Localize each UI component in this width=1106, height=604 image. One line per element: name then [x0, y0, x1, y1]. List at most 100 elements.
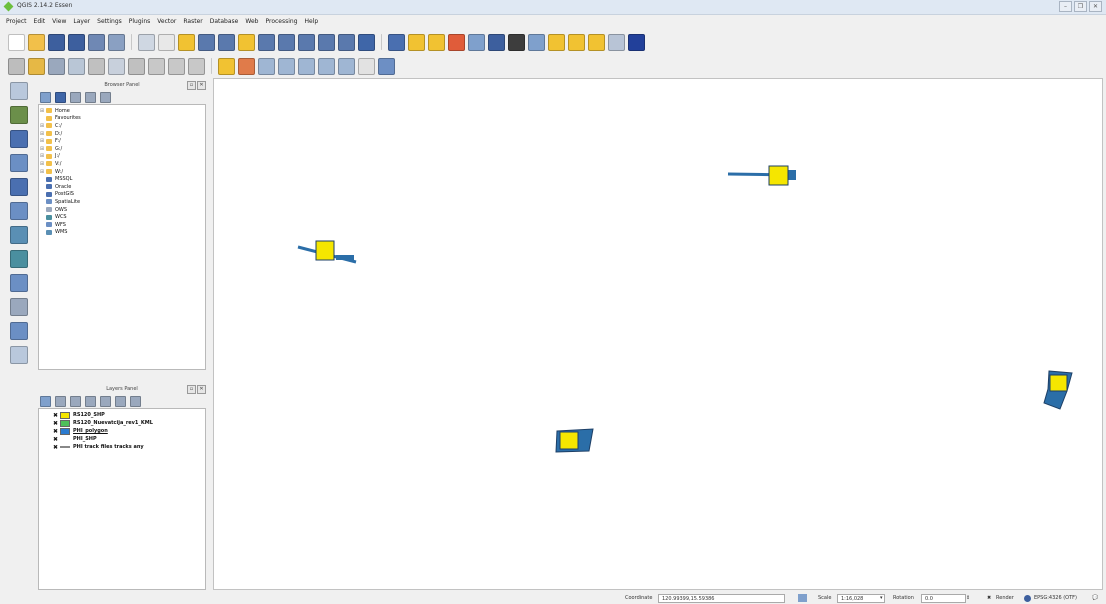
new-layer-icon[interactable]: [10, 346, 28, 364]
layer-visibility-checkbox[interactable]: ✖: [53, 412, 60, 419]
add-wcs-icon[interactable]: [10, 250, 28, 268]
deselect-icon[interactable]: [448, 33, 465, 51]
crs-globe-icon[interactable]: [1024, 595, 1031, 602]
delete-selected-icon[interactable]: [128, 57, 145, 75]
browser-item[interactable]: WMS: [39, 229, 205, 237]
zoom-layer-icon[interactable]: [278, 33, 295, 51]
filter-expression-icon[interactable]: [85, 395, 96, 407]
layers-tree[interactable]: ✖ RS120_SHP ✖ RS120_Nuevatcija_rev1_KML ✖ PHI…: [38, 408, 206, 590]
label-icon[interactable]: [218, 57, 235, 75]
add-delimited-text-icon[interactable]: [10, 298, 28, 316]
maximize-button[interactable]: ❐: [1074, 1, 1087, 12]
expand-all-icon[interactable]: [100, 395, 111, 407]
move-feature-icon[interactable]: [88, 57, 105, 75]
menu-processing[interactable]: Processing: [265, 16, 297, 28]
collapse-all-icon[interactable]: [115, 395, 126, 407]
field-calc-icon[interactable]: [488, 33, 505, 51]
label-style-icon[interactable]: [238, 57, 255, 75]
menu-database[interactable]: Database: [210, 16, 239, 28]
scale-dropdown-icon[interactable]: ▾: [880, 594, 883, 603]
coordinate-field[interactable]: 120.99399,15.59386: [658, 594, 785, 603]
save-as-icon[interactable]: [68, 33, 85, 51]
browser-item[interactable]: ⊞ D:/: [39, 130, 205, 138]
rotation-field[interactable]: 0.0: [921, 594, 966, 603]
browser-item[interactable]: ⊞ V:/: [39, 160, 205, 168]
filter-icon[interactable]: [70, 91, 81, 103]
properties-icon[interactable]: [100, 91, 111, 103]
add-oracle-icon[interactable]: [10, 202, 28, 220]
collapse-icon[interactable]: [85, 91, 96, 103]
sum-icon[interactable]: [508, 33, 525, 51]
panel-close-button[interactable]: ✕: [197, 385, 206, 394]
browser-item[interactable]: MSSQL: [39, 175, 205, 183]
layer-visibility-checkbox[interactable]: ✖: [53, 436, 60, 443]
panel-float-button[interactable]: ▫: [187, 81, 196, 90]
save-project-icon[interactable]: [48, 33, 65, 51]
browser-item[interactable]: Favourites: [39, 115, 205, 123]
menu-layer[interactable]: Layer: [73, 16, 90, 28]
select-value-icon[interactable]: [428, 33, 445, 51]
highlight-label-icon[interactable]: [278, 57, 295, 75]
map-feature[interactable]: [1043, 370, 1073, 410]
layer-item[interactable]: ✖ PHI_SHP: [39, 435, 205, 443]
browser-item[interactable]: ⊞ F:/: [39, 137, 205, 145]
refresh-icon[interactable]: [55, 91, 66, 103]
pan-icon[interactable]: [158, 33, 175, 51]
messages-icon[interactable]: 💬: [1092, 594, 1098, 603]
browser-item[interactable]: ⊞ W:/: [39, 168, 205, 176]
menu-settings[interactable]: Settings: [97, 16, 122, 28]
browser-item[interactable]: Oracle: [39, 183, 205, 191]
expander-icon[interactable]: ⊞: [39, 123, 45, 129]
measure-icon[interactable]: [528, 33, 545, 51]
browser-item[interactable]: PostGIS: [39, 191, 205, 199]
browser-item[interactable]: ⊞ G:/: [39, 145, 205, 153]
layer-visibility-checkbox[interactable]: ✖: [53, 420, 60, 427]
zoom-last-icon[interactable]: [318, 33, 335, 51]
expander-icon[interactable]: ⊞: [39, 108, 45, 114]
rotate-label-icon[interactable]: [318, 57, 335, 75]
add-vector-layer-icon[interactable]: [10, 82, 28, 100]
new-shapefile-icon[interactable]: [10, 322, 28, 340]
change-label-icon[interactable]: [338, 57, 355, 75]
identify-icon[interactable]: [388, 33, 405, 51]
browser-item[interactable]: WFS: [39, 221, 205, 229]
menu-web[interactable]: Web: [245, 16, 258, 28]
extents-toggle-icon[interactable]: [798, 594, 807, 602]
cut-icon[interactable]: [148, 57, 165, 75]
paste-icon[interactable]: [188, 57, 205, 75]
zoom-in-icon[interactable]: [198, 33, 215, 51]
layer-item[interactable]: ✖ PHI_polygon: [39, 427, 205, 435]
print-composer-icon[interactable]: [88, 33, 105, 51]
menu-edit[interactable]: Edit: [34, 16, 46, 28]
add-mssql-icon[interactable]: [10, 178, 28, 196]
expander-icon[interactable]: ⊞: [39, 131, 45, 137]
browser-item[interactable]: SpatiaLite: [39, 198, 205, 206]
browser-item[interactable]: ⊞ Home: [39, 107, 205, 115]
expander-icon[interactable]: ⊞: [39, 161, 45, 167]
filter-legend-icon[interactable]: [70, 395, 81, 407]
composer-manager-icon[interactable]: [108, 33, 125, 51]
layer-visibility-checkbox[interactable]: ✖: [53, 444, 60, 451]
layer-item[interactable]: ✖ RS120_SHP: [39, 411, 205, 419]
menu-project[interactable]: Project: [6, 16, 27, 28]
layer-item[interactable]: ✖ RS120_Nuevatcija_rev1_KML: [39, 419, 205, 427]
node-tool-icon[interactable]: [108, 57, 125, 75]
browser-item[interactable]: WCS: [39, 213, 205, 221]
browser-item[interactable]: ⊞ J:/: [39, 153, 205, 161]
map-feature[interactable]: [297, 240, 357, 264]
add-postgis-icon[interactable]: [10, 130, 28, 148]
rotation-spinner-icon[interactable]: ⇕: [966, 594, 970, 603]
map-canvas[interactable]: [213, 78, 1103, 590]
zoom-selection-icon[interactable]: [298, 33, 315, 51]
new-project-icon[interactable]: [8, 33, 25, 51]
add-wms-icon[interactable]: [10, 226, 28, 244]
map-feature[interactable]: [555, 428, 594, 453]
browser-item[interactable]: OWS: [39, 206, 205, 214]
style-icon[interactable]: [40, 395, 51, 407]
pan-map-icon[interactable]: [138, 33, 155, 51]
refresh-icon[interactable]: [358, 33, 375, 51]
menu-help[interactable]: Help: [305, 16, 319, 28]
menu-view[interactable]: View: [52, 16, 66, 28]
zoom-actual-icon[interactable]: [238, 33, 255, 51]
zoom-full-icon[interactable]: [258, 33, 275, 51]
